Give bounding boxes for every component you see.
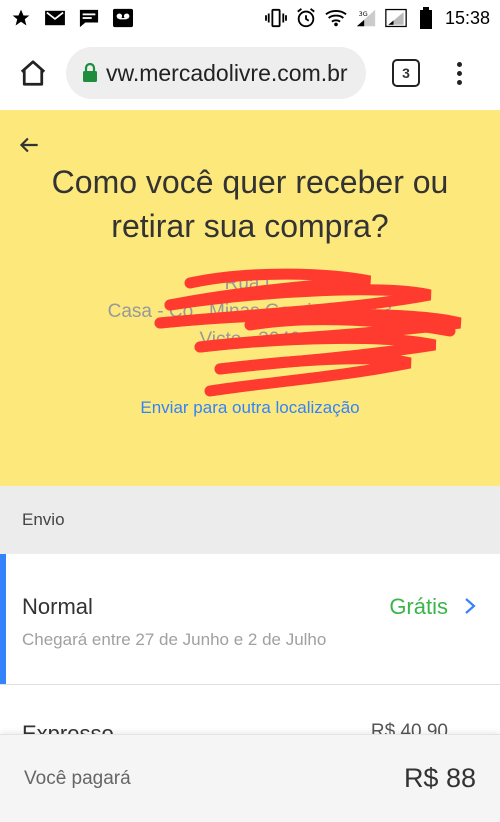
option-title: Normal	[22, 594, 93, 619]
signal-icon	[385, 7, 407, 29]
redaction-scribble	[154, 268, 462, 397]
section-header-envio: Envio	[0, 486, 500, 554]
section-label: Envio	[22, 510, 65, 529]
total-amount: R$ 88	[403, 763, 476, 793]
browser-toolbar: vw.mercadolivre.com.br 3	[0, 36, 500, 110]
wifi-icon	[325, 7, 347, 29]
signal-3g-icon: 3G	[355, 7, 377, 29]
star-icon	[10, 7, 32, 29]
status-notifications	[10, 7, 134, 29]
payment-summary-footer: Você pagará R$ 88	[0, 734, 500, 822]
tab-switcher-button[interactable]: 3	[392, 59, 420, 87]
option-price: Grátis	[389, 594, 448, 619]
dot-icon	[456, 70, 462, 76]
vibrate-icon	[265, 7, 287, 29]
voicemail-icon	[112, 7, 134, 29]
option-delivery-estimate: Chegará entre 27 de Junho e 2 de Julho	[22, 630, 327, 649]
total-label: Você pagará	[24, 767, 131, 789]
home-icon	[20, 60, 46, 86]
other-location-link[interactable]: Enviar para outra localização	[20, 398, 480, 418]
overflow-menu-button[interactable]	[454, 61, 464, 85]
shipping-option-normal[interactable]: Normal Chegará entre 27 de Junho e 2 de …	[0, 554, 500, 684]
delivery-hero: Como você quer receber ou retirar sua co…	[0, 110, 500, 486]
home-button[interactable]	[14, 54, 52, 92]
status-system: 3G 15:38	[265, 7, 490, 29]
svg-text:3G: 3G	[359, 10, 368, 18]
dot-icon	[456, 79, 462, 85]
url-text: vw.mercadolivre.com.br	[106, 59, 348, 86]
battery-icon	[415, 7, 437, 29]
tab-count: 3	[402, 65, 410, 81]
status-bar: 3G 15:38	[0, 0, 500, 36]
gmail-icon	[44, 7, 66, 29]
back-arrow-icon[interactable]	[16, 132, 42, 158]
status-time: 15:38	[444, 7, 490, 28]
message-icon	[78, 7, 100, 29]
page-title: Como você quer receber ou retirar sua co…	[51, 164, 449, 244]
dot-icon	[456, 61, 462, 67]
lock-icon	[83, 63, 97, 82]
chevron-right-icon	[465, 598, 476, 614]
alarm-icon	[295, 7, 317, 29]
address-bar[interactable]: vw.mercadolivre.com.br	[66, 47, 366, 99]
